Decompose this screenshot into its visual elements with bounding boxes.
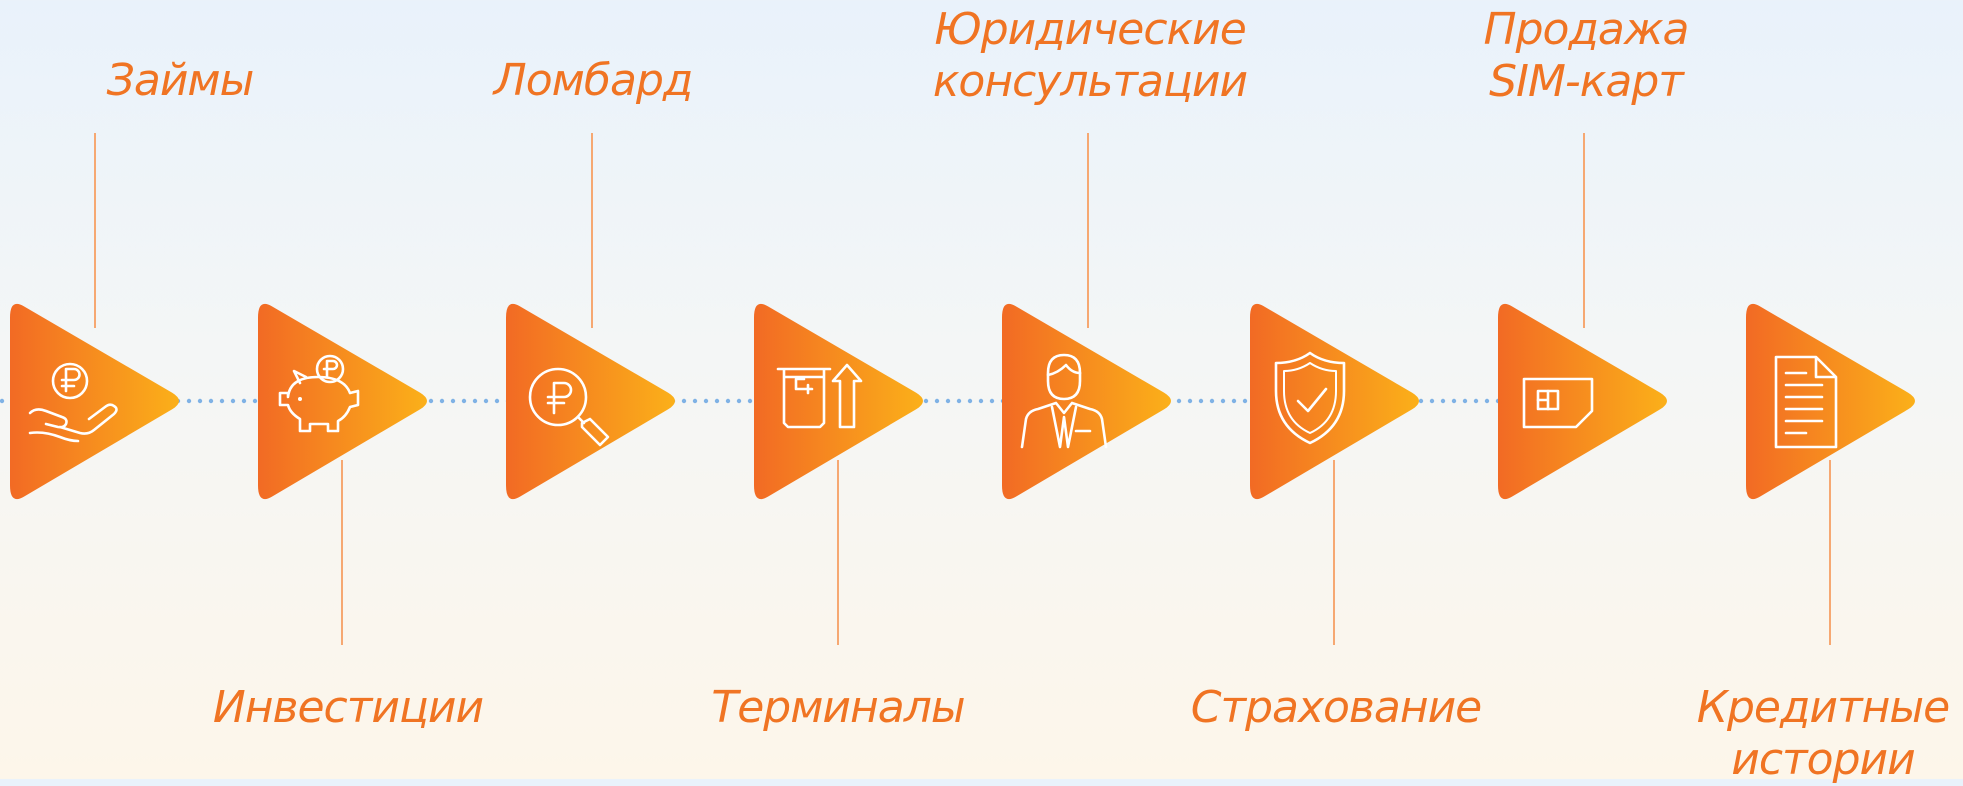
step-label-8: Кредитные истории — [1696, 682, 1950, 785]
step-8 — [1746, 303, 1915, 645]
diagram-canvas — [0, 133, 1915, 645]
step-label-6: Страхование — [1190, 682, 1483, 733]
step-4 — [754, 303, 923, 645]
step-1 — [10, 133, 179, 500]
step-6 — [1250, 303, 1419, 645]
step-3 — [506, 133, 675, 500]
step-triangle — [1002, 303, 1171, 500]
step-label-2: Инвестиции — [212, 682, 484, 733]
step-2 — [258, 303, 427, 645]
step-label-1: Займы — [106, 55, 255, 106]
step-5 — [1002, 133, 1171, 500]
step-label-7: Продажа SIM-карт — [1483, 4, 1690, 107]
step-label-3: Ломбард — [493, 55, 694, 106]
step-triangle — [10, 303, 179, 500]
step-label-4: Терминалы — [711, 682, 965, 733]
step-label-5: Юридические консультации — [932, 4, 1248, 107]
step-7 — [1498, 133, 1667, 500]
services-diagram: Займы Инвестиции Ломбард Терминалы Юридическ… — [0, 0, 1963, 785]
